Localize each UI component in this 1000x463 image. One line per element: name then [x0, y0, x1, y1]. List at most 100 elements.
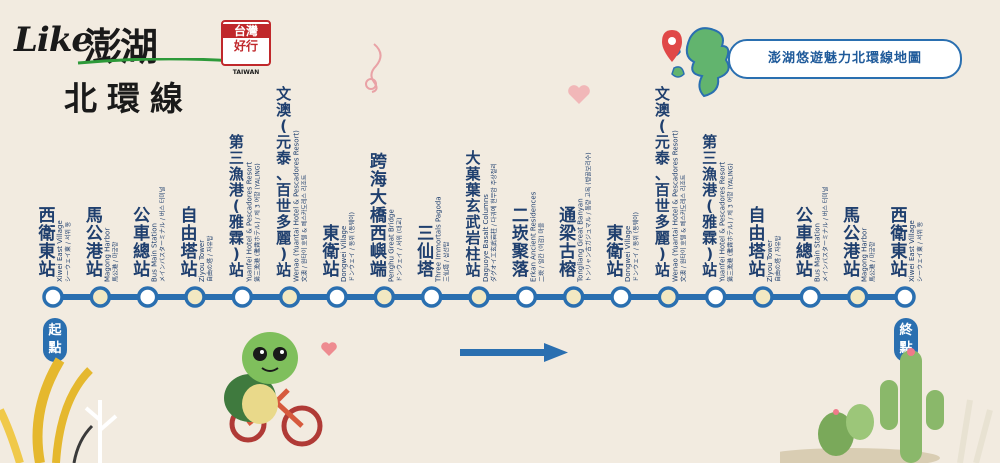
station-12[interactable]: 通梁古榕 Tongliang Great Banyan トンリャン古ガジュマル / … — [558, 152, 593, 308]
station-name-en: Penghu Great Bridge — [387, 209, 395, 282]
station-name-zh: 東衛站 — [322, 223, 340, 280]
station-dot[interactable] — [894, 286, 916, 308]
station-dot[interactable] — [420, 286, 443, 308]
station-name-sub: シーウェイ東 / 서위 동 — [916, 221, 924, 282]
station-name-zh: 西衛東站 — [38, 206, 56, 280]
station-dot[interactable] — [752, 286, 774, 308]
station-3[interactable]: 公車總站 Bus Main Station メインバスターミナル / 버스 터미널 — [133, 187, 167, 308]
station-11[interactable]: 二崁聚落 Erkan Ancient Residences 二崁 / 얼칸 (이감)… — [511, 191, 546, 308]
grass-decoration-icon — [0, 357, 118, 463]
station-name-sub: 二崁 / 얼칸 (이감) 마을 — [537, 222, 545, 282]
station-name-zh: 公車總站 — [133, 206, 150, 280]
station-name-en: Xiwei East Village — [56, 220, 64, 282]
station-name-sub: ドンウェイ / 동위 (동웨이) — [632, 212, 640, 282]
station-dot[interactable] — [231, 286, 254, 308]
station-name-zh: 公車總站 — [796, 206, 813, 280]
station-10[interactable]: 大菓葉玄武岩柱站 Daguoye Basalt Columns ダグオイエ玄武岩柱 … — [464, 149, 498, 308]
station-name-zh: 文澳(元泰、百世多麗)站 — [654, 85, 671, 279]
station-name-zh: 跨海大橋西嶼端 — [370, 152, 388, 280]
station-dot[interactable] — [89, 286, 112, 308]
station-name-en: Ziyou Tower — [766, 240, 774, 282]
station-2[interactable]: 馬公港站 Magong Harbor 馬公港 / 마궁항 — [86, 206, 120, 308]
station-name-sub: ドンウェイ / 서위 (대교) — [395, 217, 403, 282]
station-15[interactable]: 第三漁港(雅霖)站 Yuanfei Hotel & Pescadores Reso… — [701, 133, 735, 308]
station-dot[interactable] — [610, 286, 632, 308]
station-dot[interactable] — [562, 286, 585, 308]
station-name-sub: 文澳 / 원타이 호텔 & 페스카도레스 리조트 — [301, 174, 309, 282]
station-5[interactable]: 第三漁港(雅霖)站 Yuanfei Hotel & Pescadores Reso… — [228, 133, 262, 308]
station-name-sub: 馬公港 / 마궁항 — [869, 241, 877, 282]
station-9[interactable]: 三仙塔 Three Immortals Pagoda 三仙塔 / 삼선탑 — [417, 196, 451, 308]
station-6[interactable]: 文澳(元泰、百世多麗)站 Wenao (Yuantai Hotel & Pesca… — [275, 85, 309, 308]
station-4[interactable]: 自由塔站 Ziyou Tower 自由の塔 / 자유탑 — [181, 205, 215, 308]
station-8[interactable]: 跨海大橋西嶼端 Penghu Great Bridge ドンウェイ / 서위 (대교… — [370, 152, 404, 308]
station-name-en: Magong Harbor — [861, 228, 869, 282]
station-16[interactable]: 自由塔站 Ziyou Tower 自由の塔 / 자유탑 — [749, 205, 783, 308]
station-dot[interactable] — [846, 286, 869, 308]
cactus-icon — [780, 348, 993, 463]
station-name-en: Magong Harbor — [103, 228, 111, 282]
station-name-en: Ziyou Tower — [198, 240, 206, 282]
station-name-sub: 文澳 / 원타이 호텔 & 페스카도레스 리조트 — [679, 174, 687, 282]
station-name-zh: 自由塔站 — [749, 205, 767, 280]
station-name-sub: 三仙塔 / 삼선탑 — [443, 241, 451, 282]
station-name-sub: ダグオイエ玄武岩柱 / 다궈예 현무암 주상절리 — [490, 163, 498, 282]
station-name-en: Tongliang Great Banyan — [577, 198, 585, 283]
station-name-en: Yuanfei Hotel & Pescadores Resort — [245, 162, 253, 283]
end-label-1: 終 — [899, 323, 913, 338]
turtle-on-bike-icon — [224, 332, 323, 447]
station-name-zh: 二崁聚落 — [511, 206, 530, 280]
station-name-zh: 自由塔站 — [181, 205, 199, 280]
station-14[interactable]: 文澳(元泰、百世多麗)站 Wenao (Yuantai Hotel & Pesca… — [654, 85, 688, 308]
station-dot[interactable] — [704, 286, 727, 308]
station-name-zh: 西衛東站 — [890, 206, 908, 280]
station-17[interactable]: 公車總站 Bus Main Station メインバスターミナル / 버스 터미널 — [796, 187, 830, 308]
station-name-zh: 第三漁港(雅霖)站 — [228, 133, 245, 279]
station-18[interactable]: 馬公港站 Magong Harbor 馬公港 / 마궁항 — [843, 206, 877, 308]
station-name-en: Erkan Ancient Residences — [529, 191, 537, 282]
station-1[interactable]: 西衛東站 Xiwei East Village シーウェイ東 / 서위 동 — [38, 206, 73, 308]
station-name-sub: ドンウェイ / 동위 (동웨이) — [348, 212, 356, 282]
station-13[interactable]: 東衛站 Dongwei Village ドンウェイ / 동위 (동웨이) — [606, 212, 641, 308]
station-dot[interactable] — [326, 286, 348, 308]
station-name-sub: 第三漁港 (雅霖ホテル) / 제 3 어항 (YALING) — [727, 163, 735, 282]
station-dot[interactable] — [515, 286, 538, 308]
station-dot[interactable] — [136, 286, 159, 308]
station-name-zh: 三仙塔 — [417, 224, 435, 280]
station-name-zh: 文澳(元泰、百世多麗)站 — [275, 85, 292, 279]
direction-arrow-icon — [460, 343, 568, 362]
start-label-1: 起 — [48, 323, 62, 338]
station-dot[interactable] — [184, 286, 206, 308]
station-name-sub: メインバスターミナル / 버스 터미널 — [821, 187, 829, 282]
station-name-zh: 馬公港站 — [86, 206, 104, 280]
station-name-sub: シーウェイ東 / 서위 동 — [64, 221, 72, 282]
station-name-en: Dongwei Village — [340, 226, 348, 282]
station-name-en: Wenao (Yuantai Hotel & Pescadores Resort… — [293, 130, 301, 282]
station-name-zh: 馬公港站 — [843, 206, 861, 280]
station-name-sub: 自由の塔 / 자유탑 — [206, 235, 214, 282]
station-name-en: Daguoye Basalt Columns — [482, 194, 490, 282]
station-dot[interactable] — [657, 286, 680, 308]
station-name-zh: 第三漁港(雅霖)站 — [701, 133, 718, 279]
station-dot[interactable] — [278, 286, 301, 308]
station-dot[interactable] — [373, 286, 396, 308]
station-name-sub: 馬公港 / 마궁항 — [111, 241, 119, 282]
station-name-en: Bus Main Station — [813, 223, 821, 282]
station-7[interactable]: 東衛站 Dongwei Village ドンウェイ / 동위 (동웨이) — [322, 212, 357, 308]
station-name-en: Dongwei Village — [624, 226, 632, 282]
station-name-sub: 第三漁港 (雅霖ホテル) / 제 3 어항 (YALING) — [253, 163, 261, 282]
station-dot[interactable] — [42, 286, 64, 308]
station-name-zh: 大菓葉玄武岩柱站 — [464, 149, 481, 279]
station-name-sub: 自由の塔 / 자유탑 — [774, 235, 782, 282]
station-name-sub: メインバスターミナル / 버스 터미널 — [159, 187, 167, 282]
station-name-en: Wenao (Yuantai Hotel & Pescadores Resort… — [671, 130, 679, 282]
station-name-zh: 通梁古榕 — [558, 206, 577, 280]
station-name-zh: 東衛站 — [606, 223, 624, 280]
station-dot[interactable] — [799, 286, 822, 308]
station-name-en: Xiwei East Village — [908, 220, 916, 282]
station-name-en: Yuanfei Hotel & Pescadores Resort — [719, 162, 727, 283]
station-19[interactable]: 西衛東站 Xiwei East Village シーウェイ東 / 서위 동 — [890, 206, 925, 308]
station-name-en: Three Immortals Pagoda — [435, 196, 443, 283]
station-dot[interactable] — [468, 286, 490, 308]
station-name-sub: トンリャン古ガジュマル / 통량 고목 (벵골보리수) — [585, 152, 593, 282]
